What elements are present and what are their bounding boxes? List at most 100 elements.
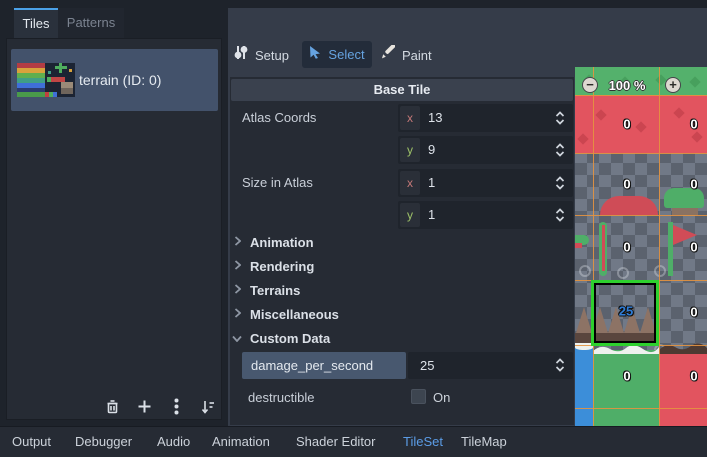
- atlas-grid-line: [575, 153, 707, 154]
- axis-y-label: y: [400, 203, 420, 227]
- trash-icon: [105, 399, 120, 420]
- destructible-checkbox[interactable]: [411, 389, 426, 404]
- bottom-tab-debugger[interactable]: Debugger: [75, 427, 132, 457]
- bottom-tab-shader-editor[interactable]: Shader Editor: [296, 427, 376, 457]
- kebab-menu-icon: [174, 398, 179, 420]
- section-label: Miscellaneous: [250, 307, 339, 322]
- section-custom-data[interactable]: Custom Data: [232, 326, 573, 350]
- zoom-in-button[interactable]: +: [665, 77, 681, 93]
- section-label: Terrains: [250, 283, 300, 298]
- bottom-tab-tilemap[interactable]: TileMap: [461, 427, 507, 457]
- axis-x-label: x: [400, 171, 420, 195]
- checkbox-on-label: On: [433, 384, 450, 412]
- atlas-bubble: [617, 267, 629, 279]
- base-tile-header: Base Tile: [231, 79, 573, 101]
- axis-x-label: x: [400, 106, 420, 130]
- select-button[interactable]: Select: [302, 41, 372, 68]
- size-in-atlas-y-value[interactable]: 1: [428, 201, 435, 229]
- atlas-coords-x-spinbox[interactable]: x 13: [398, 104, 573, 132]
- selected-tile-value: 25: [619, 304, 633, 319]
- atlas-coords-y-spinbox[interactable]: y 9: [398, 136, 573, 164]
- atlas-plant-stripe: [602, 225, 605, 271]
- delete-tile-source-button[interactable]: [101, 398, 123, 420]
- tile-value: 0: [623, 177, 630, 192]
- atlas-grid-line: [593, 67, 594, 426]
- chevron-down-icon: [232, 329, 242, 347]
- chevron-right-icon: [232, 257, 242, 275]
- setup-sliders-icon: [234, 45, 248, 65]
- section-label: Rendering: [250, 259, 314, 274]
- tile-value: 0: [690, 305, 697, 320]
- atlas-bubble: [654, 265, 666, 277]
- paint-label: Paint: [402, 48, 432, 63]
- damage-per-second-value[interactable]: 25: [420, 352, 434, 379]
- atlas-water-tile: [575, 348, 593, 426]
- section-animation[interactable]: Animation: [232, 230, 573, 254]
- atlas-red-band: [575, 95, 707, 153]
- size-in-atlas-label: Size in Atlas: [242, 169, 313, 197]
- tile-value: 0: [623, 369, 630, 384]
- damage-per-second-property[interactable]: damage_per_second: [242, 352, 406, 379]
- section-label: Custom Data: [250, 331, 330, 346]
- size-in-atlas-x-value[interactable]: 1: [428, 169, 435, 197]
- size-in-atlas-y-spinbox[interactable]: y 1: [398, 201, 573, 229]
- section-terrains[interactable]: Terrains: [232, 278, 573, 302]
- bottom-tab-animation[interactable]: Animation: [212, 427, 270, 457]
- atlas-grid-line: [575, 408, 707, 409]
- tile-source-label: terrain (ID: 0): [79, 49, 161, 111]
- tab-patterns[interactable]: Patterns: [58, 8, 124, 38]
- atlas-bush-base: [672, 208, 698, 215]
- chevron-right-icon: [232, 233, 242, 251]
- atlas-mushroom-dome: [600, 196, 658, 215]
- atlas-green-wave-tile: [593, 350, 659, 426]
- atlas-leaf-tip: [575, 243, 582, 248]
- spinner-updown-icon[interactable]: [554, 208, 566, 227]
- atlas-coords-x-value[interactable]: 13: [428, 104, 442, 132]
- bottom-tab-tileset[interactable]: TileSet: [403, 427, 443, 457]
- cursor-icon: [309, 45, 322, 64]
- tile-atlas-view[interactable]: 0 0 0 0 0 0 0 0 0 25 − 100 % +: [575, 67, 707, 426]
- tile-value: 0: [623, 240, 630, 255]
- destructible-label: destructible: [248, 384, 314, 412]
- tile-value: 0: [690, 117, 697, 132]
- paint-button[interactable]: Paint: [380, 44, 432, 66]
- atlas-coords-y-value[interactable]: 9: [428, 136, 435, 164]
- spinner-updown-icon[interactable]: [554, 111, 566, 130]
- atlas-choc-crest: [659, 340, 707, 359]
- atlas-bubble: [579, 265, 591, 277]
- setup-label: Setup: [255, 48, 289, 63]
- atlas-grid-line: [575, 95, 707, 96]
- sort-sources-button[interactable]: [197, 398, 219, 420]
- section-rendering[interactable]: Rendering: [232, 254, 573, 278]
- spinner-updown-icon[interactable]: [554, 176, 566, 195]
- spinner-updown-icon[interactable]: [554, 358, 566, 377]
- tile-value: 0: [623, 117, 630, 132]
- tab-tiles[interactable]: Tiles: [14, 8, 58, 38]
- chevron-right-icon: [232, 305, 242, 323]
- atlas-spike: [576, 307, 592, 333]
- tileset-thumbnail: [17, 63, 75, 102]
- axis-y-label: y: [400, 138, 420, 162]
- tile-list-item-terrain[interactable]: terrain (ID: 0): [11, 49, 218, 111]
- damage-per-second-spinbox[interactable]: 25: [408, 352, 573, 379]
- zoom-level-label[interactable]: 100 %: [599, 78, 655, 93]
- plus-icon: [137, 399, 152, 419]
- atlas-grid-line: [659, 67, 660, 426]
- zoom-out-button[interactable]: −: [582, 77, 598, 93]
- section-miscellaneous[interactable]: Miscellaneous: [232, 302, 573, 326]
- add-tile-source-button[interactable]: [133, 398, 155, 420]
- size-in-atlas-x-spinbox[interactable]: x 1: [398, 169, 573, 197]
- source-options-button[interactable]: [165, 398, 187, 420]
- tile-value: 0: [690, 177, 697, 192]
- tile-value: 0: [690, 369, 697, 384]
- atlas-red-wave-tile: [659, 350, 707, 426]
- sort-icon: [200, 399, 216, 420]
- atlas-bush: [664, 188, 704, 208]
- atlas-coords-label: Atlas Coords: [242, 104, 316, 132]
- bottom-tab-output[interactable]: Output: [12, 427, 51, 457]
- bottom-tab-audio[interactable]: Audio: [157, 427, 190, 457]
- bottom-panel-bar: Output Debugger Audio Animation Shader E…: [0, 426, 707, 457]
- setup-button[interactable]: Setup: [234, 44, 289, 66]
- spinner-updown-icon[interactable]: [554, 143, 566, 162]
- godot-tileset-editor: Tiles Patterns: [0, 0, 707, 457]
